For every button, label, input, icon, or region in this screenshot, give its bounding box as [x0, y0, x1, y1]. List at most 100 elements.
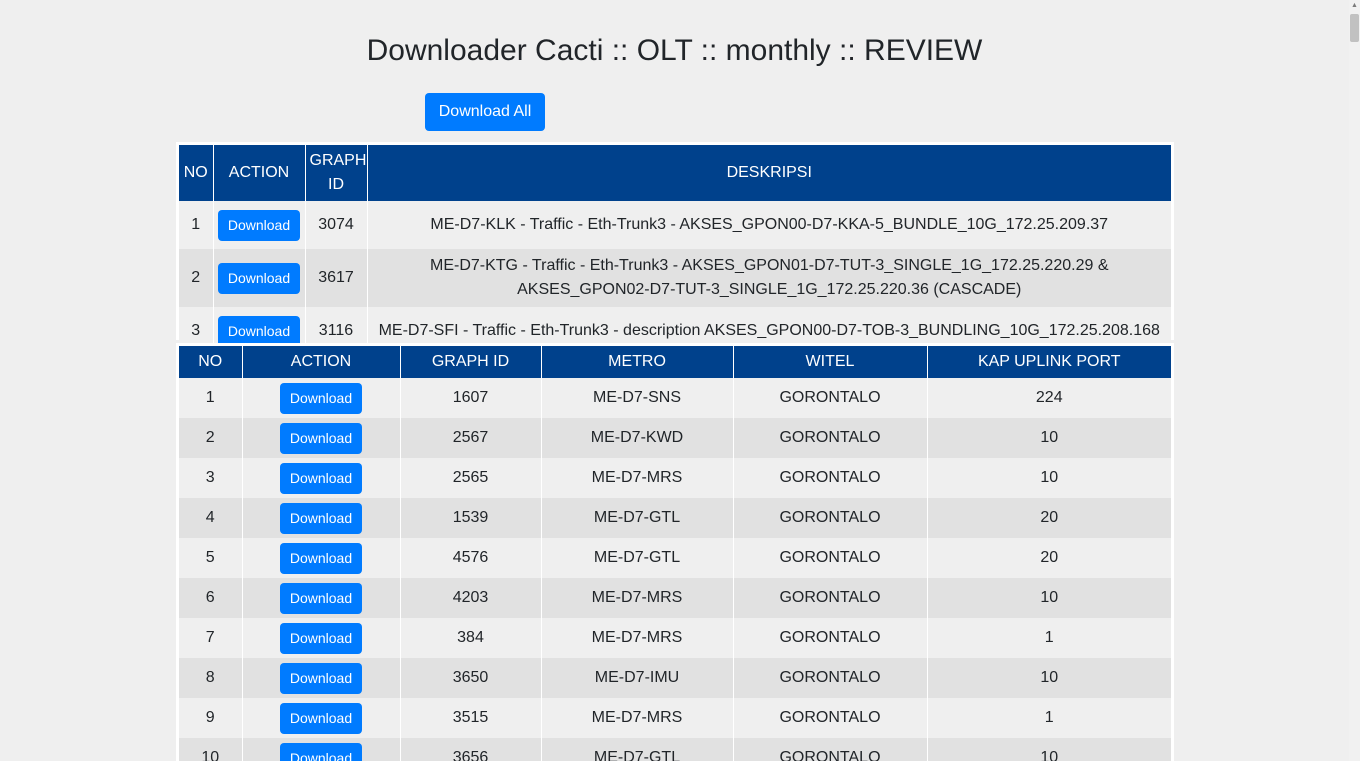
table-row: 7 Download 384 ME-D7-MRS GORONTALO 1 — [179, 618, 1171, 658]
table-row: 6 Download 4203 ME-D7-MRS GORONTALO 10 — [179, 578, 1171, 618]
cell-action: Download — [242, 618, 401, 658]
cell-graph-id: 1539 — [400, 498, 542, 538]
cell-kap-uplink-port: 224 — [927, 378, 1171, 418]
cell-deskripsi: ME-D7-KTG - Traffic - Eth-Trunk3 - AKSES… — [367, 249, 1171, 307]
header-action: ACTION — [242, 346, 401, 378]
cell-action: Download — [242, 458, 401, 498]
cell-metro: ME-D7-GTL — [541, 738, 734, 761]
cell-metro: ME-D7-SNS — [541, 378, 734, 418]
download-all-button[interactable]: Download All — [425, 93, 545, 131]
cell-kap-uplink-port: 10 — [927, 738, 1171, 761]
cell-graph-id: 2567 — [400, 418, 542, 458]
table-row: 2 Download 2567 ME-D7-KWD GORONTALO 10 — [179, 418, 1171, 458]
cell-metro: ME-D7-MRS — [541, 578, 734, 618]
cell-no: 2 — [179, 249, 214, 307]
page: Downloader Cacti :: OLT :: monthly :: RE… — [0, 0, 1360, 761]
scroll-up-arrow-icon[interactable]: ▲ — [1349, 2, 1360, 10]
cell-action: Download — [242, 658, 401, 698]
cell-witel: GORONTALO — [733, 378, 928, 418]
header-metro: METRO — [541, 346, 734, 378]
table-row: 8 Download 3650 ME-D7-IMU GORONTALO 10 — [179, 658, 1171, 698]
download-button[interactable]: Download — [280, 502, 362, 534]
cell-action: Download — [242, 698, 401, 738]
cell-action: Download — [242, 578, 401, 618]
cell-no: 1 — [179, 378, 243, 418]
cell-graph-id: 4203 — [400, 578, 542, 618]
download-button[interactable]: Download — [280, 462, 362, 494]
description-table: NO ACTION GRAPH ID DESKRIPSI 1 Download … — [179, 145, 1171, 355]
cell-no: 6 — [179, 578, 243, 618]
cell-action: Download — [242, 498, 401, 538]
cell-metro: ME-D7-MRS — [541, 618, 734, 658]
cell-no: 3 — [179, 458, 243, 498]
cell-metro: ME-D7-MRS — [541, 458, 734, 498]
cell-kap-uplink-port: 10 — [927, 458, 1171, 498]
cell-metro: ME-D7-IMU — [541, 658, 734, 698]
download-button[interactable]: Download — [280, 422, 362, 454]
cell-graph-id: 3515 — [400, 698, 542, 738]
vertical-scrollbar[interactable]: ▲ — [1349, 0, 1360, 761]
cell-no: 5 — [179, 538, 243, 578]
cell-kap-uplink-port: 1 — [927, 618, 1171, 658]
cell-witel: GORONTALO — [733, 538, 928, 578]
header-no: NO — [179, 145, 214, 201]
cell-no: 7 — [179, 618, 243, 658]
cell-witel: GORONTALO — [733, 578, 928, 618]
cell-kap-uplink-port: 20 — [927, 498, 1171, 538]
download-button[interactable]: Download — [280, 662, 362, 694]
cell-witel: GORONTALO — [733, 498, 928, 538]
cell-metro: ME-D7-GTL — [541, 538, 734, 578]
download-button[interactable]: Download — [280, 582, 362, 614]
cell-action: Download — [213, 201, 306, 249]
table-row: 10 Download 3656 ME-D7-GTL GORONTALO 10 — [179, 738, 1171, 761]
cell-graph-id: 3617 — [305, 249, 368, 307]
metro-table: NO ACTION GRAPH ID METRO WITEL KAP UPLIN… — [179, 346, 1171, 761]
cell-action: Download — [242, 378, 401, 418]
download-button[interactable]: Download — [280, 702, 362, 734]
download-button[interactable]: Download — [280, 622, 362, 654]
cell-graph-id: 2565 — [400, 458, 542, 498]
cell-action: Download — [242, 738, 401, 761]
cell-graph-id: 4576 — [400, 538, 542, 578]
metro-table-container: NO ACTION GRAPH ID METRO WITEL KAP UPLIN… — [176, 343, 1174, 761]
cell-witel: GORONTALO — [733, 658, 928, 698]
table-row: 2 Download 3617 ME-D7-KTG - Traffic - Et… — [179, 249, 1171, 307]
cell-graph-id: 3650 — [400, 658, 542, 698]
scrollbar-thumb[interactable] — [1350, 14, 1359, 42]
cell-action: Download — [213, 249, 306, 307]
cell-kap-uplink-port: 20 — [927, 538, 1171, 578]
cell-metro: ME-D7-GTL — [541, 498, 734, 538]
cell-kap-uplink-port: 1 — [927, 698, 1171, 738]
table-row: 1 Download 1607 ME-D7-SNS GORONTALO 224 — [179, 378, 1171, 418]
download-button[interactable]: Download — [218, 315, 300, 347]
cell-kap-uplink-port: 10 — [927, 578, 1171, 618]
download-button[interactable]: Download — [280, 382, 362, 414]
cell-graph-id: 1607 — [400, 378, 542, 418]
cell-action: Download — [242, 418, 401, 458]
cell-metro: ME-D7-KWD — [541, 418, 734, 458]
table-row: 3 Download 2565 ME-D7-MRS GORONTALO 10 — [179, 458, 1171, 498]
download-button[interactable]: Download — [280, 542, 362, 574]
header-action: ACTION — [213, 145, 306, 201]
cell-no: 4 — [179, 498, 243, 538]
header-deskripsi: DESKRIPSI — [367, 145, 1171, 201]
table-row: 5 Download 4576 ME-D7-GTL GORONTALO 20 — [179, 538, 1171, 578]
header-graph-id: GRAPH ID — [305, 145, 368, 201]
table-row: 1 Download 3074 ME-D7-KLK - Traffic - Et… — [179, 201, 1171, 249]
table-row: 4 Download 1539 ME-D7-GTL GORONTALO 20 — [179, 498, 1171, 538]
table-row: 9 Download 3515 ME-D7-MRS GORONTALO 1 — [179, 698, 1171, 738]
cell-no: 2 — [179, 418, 243, 458]
download-button[interactable]: Download — [218, 209, 300, 241]
cell-kap-uplink-port: 10 — [927, 658, 1171, 698]
header-no: NO — [179, 346, 243, 378]
table-header-row: NO ACTION GRAPH ID METRO WITEL KAP UPLIN… — [179, 346, 1171, 378]
cell-graph-id: 384 — [400, 618, 542, 658]
header-witel: WITEL — [733, 346, 928, 378]
cell-no: 9 — [179, 698, 243, 738]
cell-deskripsi: ME-D7-KLK - Traffic - Eth-Trunk3 - AKSES… — [367, 201, 1171, 249]
cell-action: Download — [242, 538, 401, 578]
cell-kap-uplink-port: 10 — [927, 418, 1171, 458]
download-button[interactable]: Download — [280, 742, 362, 761]
download-button[interactable]: Download — [218, 262, 300, 294]
description-table-container: NO ACTION GRAPH ID DESKRIPSI 1 Download … — [176, 142, 1174, 355]
